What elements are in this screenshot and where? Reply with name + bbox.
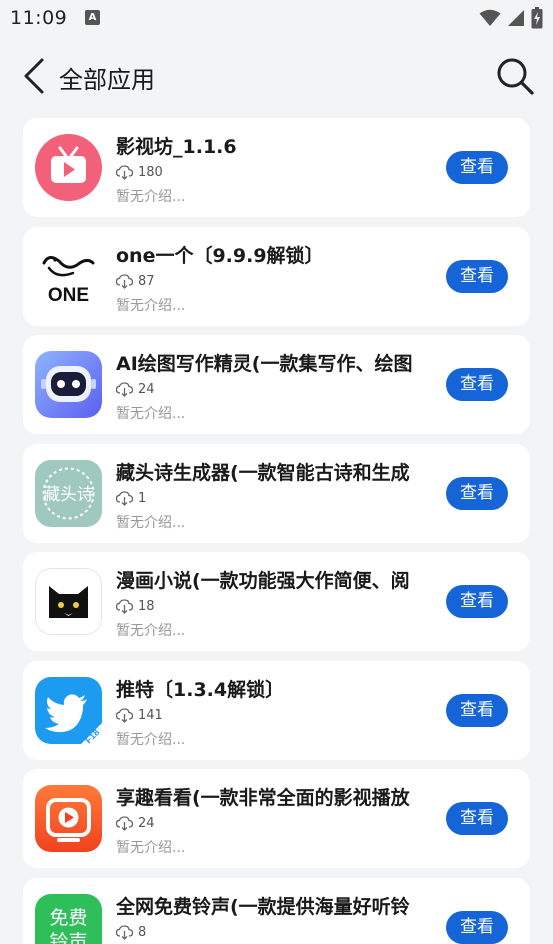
signal-icon [508,10,524,26]
view-button[interactable]: 查看 [446,802,508,835]
app-card[interactable]: AI绘图写作精灵(一款集写作、绘图 24 暂无介绍... 查看 [23,335,530,434]
app-name: 全网免费铃声(一款提供海量好听铃 [116,895,410,918]
chevron-left-icon [24,58,44,94]
download-count-value: 8 [138,924,147,940]
cloud-download-icon [116,382,133,397]
status-bar: 11:09 A [0,0,553,38]
app-name: 推特〔1.3.4解锁〕 [116,678,285,701]
cloud-download-icon [116,273,133,289]
app-description: 暂无介绍... [116,623,186,639]
download-count-value: 180 [138,165,163,180]
app-card[interactable]: 影视坊_1.1.6 180 暂无介绍... 查看 [23,118,530,217]
view-button[interactable]: 查看 [446,910,508,944]
view-button[interactable]: 查看 [446,476,508,510]
download-count: 141 [116,708,163,723]
download-count-value: 24 [138,382,155,397]
cloud-download-icon [116,707,133,723]
robot-icon [35,351,102,418]
notification-badge-icon: A [85,10,100,25]
download-count: 1 [116,491,146,506]
video-play-icon [35,785,102,852]
view-button[interactable]: 查看 [446,151,508,184]
tv-play-icon [35,134,102,201]
status-time: 11:09 [10,7,68,29]
app-name: 享趣看看(一款非常全面的影视播放 [116,787,410,809]
battery-icon [531,7,543,29]
search-button[interactable] [495,56,535,96]
svg-text:藏头诗: 藏头诗 [44,485,94,505]
app-description: 暂无介绍... [116,514,186,531]
page-title: 全部应用 [59,66,155,94]
app-description: 暂无介绍... [116,189,186,205]
view-button[interactable]: 查看 [446,693,508,727]
view-button[interactable]: 查看 [446,368,508,401]
app-description: 暂无介绍... [116,731,186,748]
download-count: 8 [116,925,146,940]
app-name: 影视坊_1.1.6 [116,136,237,158]
download-count: 18 [116,599,155,614]
svg-text:ONE: ONE [48,285,89,306]
app-card[interactable]: ONE one一个〔9.9.9解锁〕 87 暂无介绍... 查看 [23,226,530,326]
search-icon [497,58,534,95]
view-button[interactable]: 查看 [446,585,508,618]
download-count: 180 [116,165,163,180]
wifi-icon [479,9,501,26]
app-card[interactable]: 漫画小说(一款功能强大作简便、阅 18 暂无介绍... 查看 [23,552,530,651]
download-count-value: 24 [138,816,155,831]
status-indicators [479,7,543,29]
app-description: 暂无介绍... [116,406,186,422]
app-name: 漫画小说(一款功能强大作简便、阅 [116,570,410,592]
app-description: 暂无介绍... [116,297,186,314]
cloud-download-icon [116,816,133,831]
app-list: 影视坊_1.1.6 180 暂无介绍... 查看 ONE one一个〔9.9.9… [23,118,530,944]
app-name: AI绘图写作精灵(一款集写作、绘图 [116,353,413,375]
download-count-value: 18 [138,599,155,614]
app-card[interactable]: 免费铃声 全网免费铃声(一款提供海量好听铃 8 查看 [23,877,530,944]
app-card[interactable]: F18 推特〔1.3.4解锁〕 141 暂无介绍... 查看 [23,660,530,760]
download-count: 24 [116,816,155,831]
back-button[interactable] [20,56,50,96]
bird-icon: F18 [35,676,102,744]
app-name: one一个〔9.9.9解锁〕 [116,244,324,267]
download-count: 24 [116,382,155,397]
download-count-value: 141 [138,707,163,723]
download-count: 87 [116,274,155,289]
download-count-value: 87 [138,273,155,289]
cloud-download-icon [116,599,133,614]
header: 全部应用 [0,50,553,102]
app-description: 暂无介绍... [116,840,186,856]
one-logo-icon: ONE [35,242,102,310]
poem-seal-icon: 藏头诗 [35,459,102,527]
cat-icon [35,568,102,635]
app-name: 藏头诗生成器(一款智能古诗和生成 [116,461,410,484]
download-count-value: 1 [138,490,147,506]
app-card[interactable]: 享趣看看(一款非常全面的影视播放 24 暂无介绍... 查看 [23,769,530,868]
app-card[interactable]: 藏头诗 藏头诗生成器(一款智能古诗和生成 1 暂无介绍... 查看 [23,443,530,543]
cloud-download-icon [116,165,133,180]
ringtone-icon: 免费铃声 [35,893,102,944]
svg-text:免费铃声: 免费铃声 [49,907,87,944]
cloud-download-icon [116,490,133,506]
cloud-download-icon [116,924,133,940]
view-button[interactable]: 查看 [446,259,508,293]
